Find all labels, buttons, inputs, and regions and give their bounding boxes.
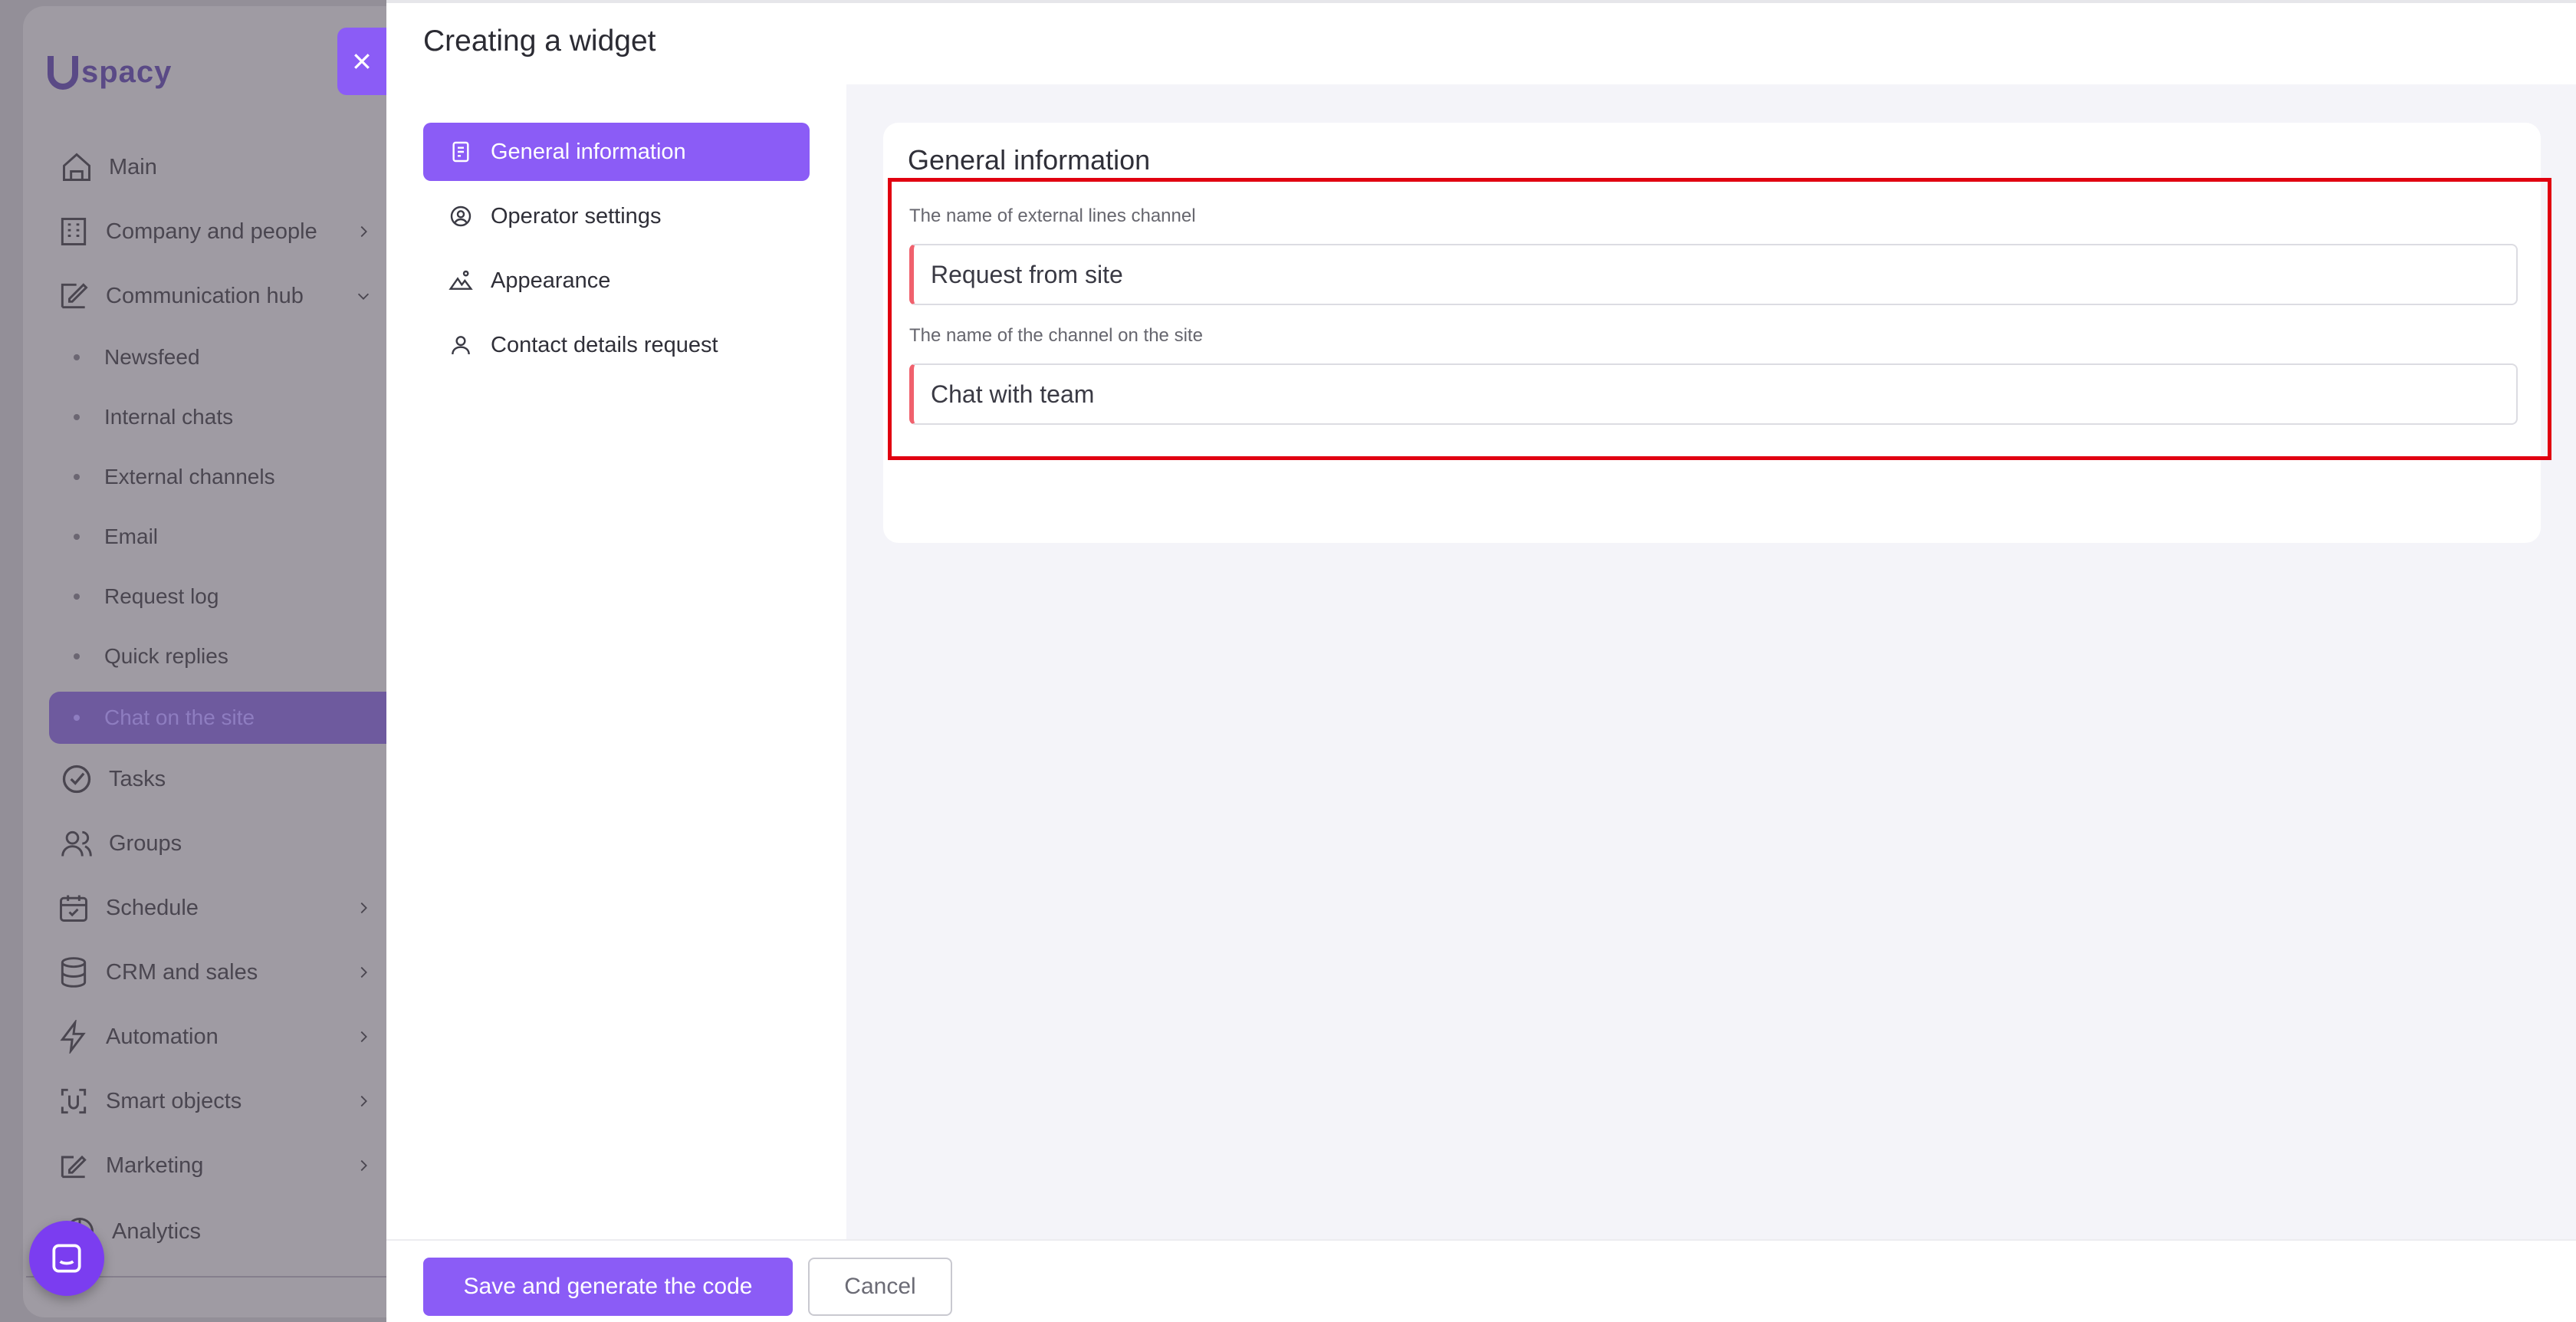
image-icon [448,268,474,294]
sidebar-subitem-external-channels[interactable]: External channels [74,455,275,498]
bullet-icon [74,653,80,659]
bullet-icon [74,414,80,420]
support-chat-button[interactable] [29,1221,104,1296]
sidebar-subitem-chat-on-site[interactable]: Chat on the site [74,696,255,739]
section-title: General information [908,144,1151,176]
external-channel-name-input[interactable] [909,244,2518,305]
check-circle-icon [60,762,94,796]
chat-icon [57,279,90,313]
bullet-icon [74,534,80,540]
chevron-right-icon[interactable] [354,963,373,982]
app-logo: spacy [48,55,172,90]
settings-content: General information The name of external… [846,84,2576,1239]
sidebar-item-groups[interactable]: Groups [60,820,182,867]
background-app: spacy Main Company and people Communicat… [0,0,386,1322]
panel-body: General information Operator settings Ap… [386,84,2576,1239]
bullet-icon [74,594,80,600]
tab-contact-details-request[interactable]: Contact details request [423,316,810,374]
user-circle-icon [448,203,474,229]
close-icon [354,54,370,69]
chevron-right-icon[interactable] [354,222,373,241]
sidebar-item-smart-objects[interactable]: Smart objects [57,1078,242,1124]
tab-operator-settings[interactable]: Operator settings [423,187,810,245]
user-icon [448,332,474,358]
close-panel-button[interactable] [337,28,386,95]
megaphone-icon [57,1149,90,1182]
save-and-generate-button[interactable]: Save and generate the code [423,1258,793,1316]
sidebar-subitem-email[interactable]: Email [74,515,158,558]
chevron-right-icon[interactable] [354,1028,373,1046]
sidebar-item-tasks[interactable]: Tasks [60,756,166,802]
chevron-right-icon[interactable] [354,1092,373,1110]
scan-icon [57,1084,90,1118]
panel-top-border [386,0,2576,3]
sidebar-subitem-internal-chats[interactable]: Internal chats [74,396,233,439]
sidebar-item-communication-hub[interactable]: Communication hub [57,273,304,319]
bullet-icon [74,354,80,360]
chevron-right-icon[interactable] [354,1156,373,1175]
document-icon [448,139,474,165]
sidebar-subitem-newsfeed[interactable]: Newsfeed [74,336,200,379]
logo-mark-icon [48,55,78,90]
users-icon [60,827,94,860]
database-icon [57,955,90,989]
calendar-icon [57,891,90,925]
panel-title: Creating a widget [423,25,656,58]
sidebar-item-automation[interactable]: Automation [57,1014,219,1060]
sidebar-item-crm[interactable]: CRM and sales [57,949,258,995]
site-channel-name-label: The name of the channel on the site [909,325,1203,346]
chat-bubble-icon [52,1244,81,1273]
chevron-down-icon[interactable] [354,287,373,305]
bullet-icon [74,715,80,721]
building-icon [57,215,90,248]
chevron-right-icon[interactable] [354,899,373,917]
site-channel-name-input[interactable] [909,363,2518,425]
home-icon [60,150,94,184]
external-channel-name-label: The name of external lines channel [909,206,1196,226]
sidebar-item-schedule[interactable]: Schedule [57,885,199,931]
sidebar-item-main[interactable]: Main [60,144,157,190]
sidebar-subitem-request-log[interactable]: Request log [74,575,219,618]
create-widget-panel: Creating a widget General information Op… [386,0,2576,1322]
tab-appearance[interactable]: Appearance [423,252,810,310]
settings-tabs: General information Operator settings Ap… [386,84,846,1239]
cancel-button[interactable]: Cancel [808,1258,952,1316]
sidebar-subitem-quick-replies[interactable]: Quick replies [74,635,228,678]
lightning-icon [57,1020,90,1054]
sidebar-item-marketing[interactable]: Marketing [57,1143,203,1189]
sidebar-item-company[interactable]: Company and people [57,209,317,255]
bullet-icon [74,474,80,480]
tab-general-information[interactable]: General information [423,123,810,181]
panel-footer: Save and generate the code Cancel [386,1239,2576,1322]
